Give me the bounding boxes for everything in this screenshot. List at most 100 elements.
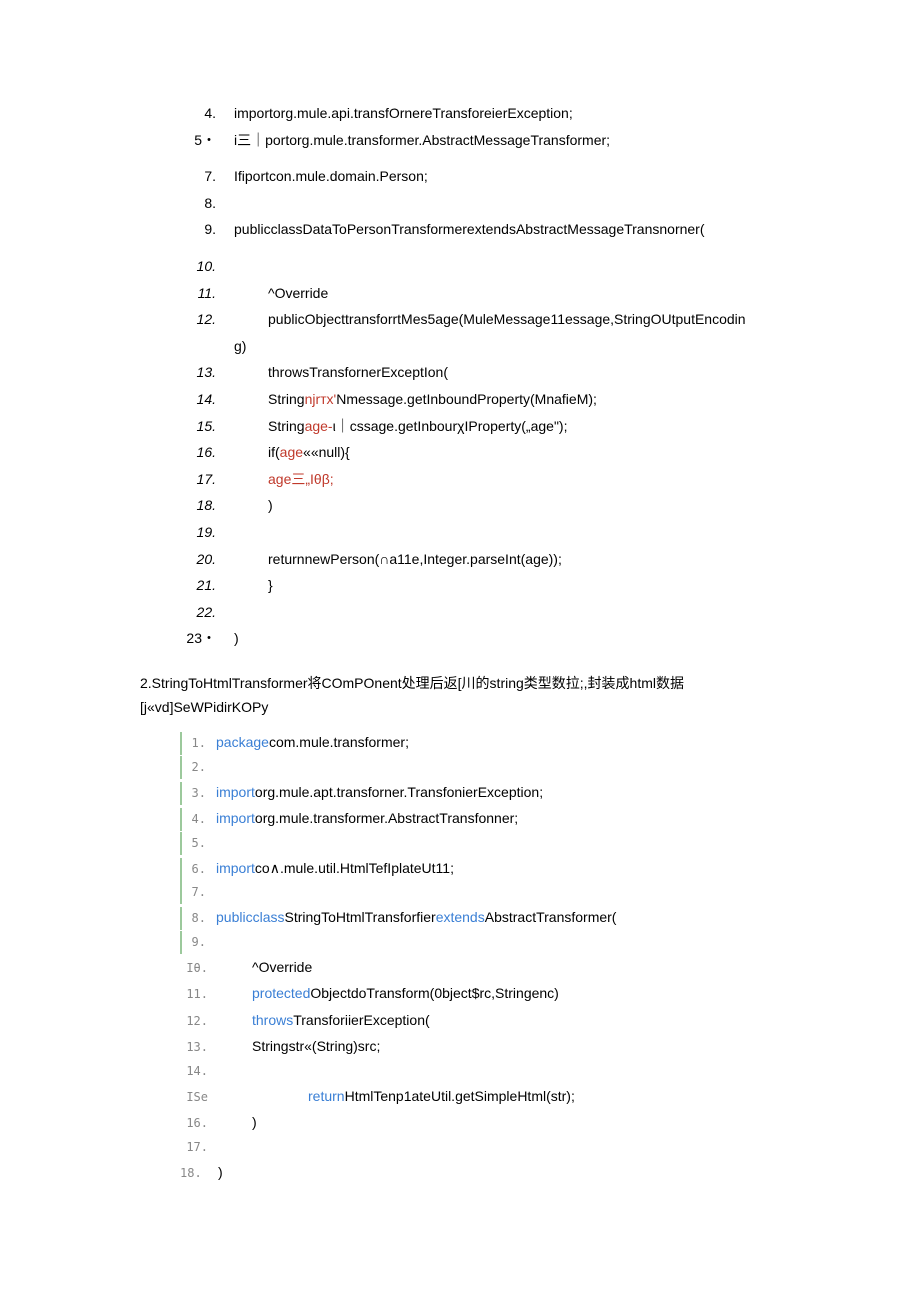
code-line: 12. publicObjecttransforrtMes5age(MuleMe… bbox=[180, 306, 780, 333]
line-number: 14. bbox=[180, 386, 234, 413]
line-number: 11. bbox=[180, 280, 234, 307]
code-line: 16. if(age««null){ bbox=[180, 439, 780, 466]
line-number: 12. bbox=[180, 1010, 218, 1033]
code-text: ) bbox=[218, 1109, 257, 1136]
code-token: org.mule.apt.transforner.TransfonierExce… bbox=[255, 784, 543, 800]
keyword: import bbox=[216, 860, 255, 876]
line-number: 7. bbox=[180, 881, 216, 904]
spacer bbox=[180, 243, 780, 253]
code-line: 4. importorg.mule.api.transfOrnereTransf… bbox=[180, 100, 780, 127]
keyword: package bbox=[216, 734, 269, 750]
line-number: 14. bbox=[180, 1060, 218, 1083]
keyword: public bbox=[216, 909, 253, 925]
code-text: Stringnjrтx'Nmessage.getInboundProperty(… bbox=[234, 386, 597, 413]
line-number: 20. bbox=[180, 546, 234, 573]
code-text: if(age««null){ bbox=[234, 439, 350, 466]
code-line: 11. protectedObjectdoTransform(0bject$rc… bbox=[180, 980, 780, 1007]
code-line: 3. importorg.mule.apt.transforner.Transf… bbox=[180, 779, 780, 806]
code-text: ) bbox=[234, 625, 239, 652]
line-number: 4. bbox=[180, 808, 216, 831]
code-line: ISe returnHtmlTenp1ateUtil.getSimpleHtml… bbox=[180, 1083, 780, 1110]
keyword: class bbox=[253, 909, 285, 925]
code-token: Nmessage.getInboundProperty(MnafieM); bbox=[336, 391, 597, 407]
code-line: 18. ) bbox=[180, 1159, 780, 1186]
code-token: HtmlTenp1ateUtil.getSimpleHtml(str); bbox=[345, 1088, 575, 1104]
keyword: import bbox=[216, 784, 255, 800]
line-number: 1. bbox=[180, 732, 216, 755]
line-number: 9. bbox=[180, 216, 234, 243]
code-text: throwsTransforiierException( bbox=[218, 1007, 430, 1034]
keyword: protected bbox=[252, 985, 310, 1001]
code-line: 9. publicclassDataToPersonTransformerext… bbox=[180, 216, 780, 243]
code-line: g) bbox=[180, 333, 780, 360]
code-text: throwsTransfornerExceptIon( bbox=[234, 359, 448, 386]
code-text: protectedObjectdoTransform(0bject$rc,Str… bbox=[218, 980, 559, 1007]
code-line: 13. Stringstr«(String)src; bbox=[180, 1033, 780, 1060]
section-description: 2.StringToHtmlTransformer将COmPOnent处理后返[… bbox=[140, 672, 780, 720]
code-token: com.mule.transformer; bbox=[269, 734, 409, 750]
line-number: 13. bbox=[180, 359, 234, 386]
code-token: if( bbox=[268, 444, 280, 460]
line-number: 21. bbox=[180, 572, 234, 599]
code-text: importorg.mule.api.transfOrnereTransfore… bbox=[234, 100, 573, 127]
keyword: throws bbox=[252, 1012, 293, 1028]
code-token: String bbox=[268, 418, 305, 434]
code-token: TransforiierException( bbox=[293, 1012, 429, 1028]
keyword: return bbox=[308, 1088, 345, 1104]
line-number: 4. bbox=[180, 100, 234, 127]
code-line: Iθ. ^Override bbox=[180, 954, 780, 981]
code-text: importorg.mule.apt.transforner.Transfoni… bbox=[216, 779, 543, 806]
code-line: 19. bbox=[180, 519, 780, 546]
code-text: i三｜portorg.mule.transformer.AbstractMess… bbox=[234, 127, 610, 154]
line-number: 23・ bbox=[180, 625, 234, 652]
line-number: 17. bbox=[180, 1136, 218, 1159]
keyword: extends bbox=[436, 909, 485, 925]
code-line: 8. publicclassStringToHtmlTransforfierex… bbox=[180, 904, 780, 931]
code-line: 12. throwsTransforiierException( bbox=[180, 1007, 780, 1034]
line-number: 8. bbox=[180, 190, 234, 217]
line-number: 3. bbox=[180, 782, 216, 805]
keyword: import bbox=[216, 810, 255, 826]
code-token: co∧.mule.util.HtmlTefIplateUt11; bbox=[255, 860, 454, 876]
document-page: 4. importorg.mule.api.transfOrnereTransf… bbox=[0, 0, 920, 1285]
line-number: 17. bbox=[180, 466, 234, 493]
code-text: importco∧.mule.util.HtmlTefIplateUt11; bbox=[216, 855, 454, 882]
line-number: 13. bbox=[180, 1036, 218, 1059]
code-text: packagecom.mule.transformer; bbox=[216, 729, 409, 756]
code-token: ι｜cssage bbox=[333, 418, 394, 434]
code-block-2: 1. packagecom.mule.transformer; 2. 3. im… bbox=[180, 729, 780, 1185]
code-text: g) bbox=[234, 333, 246, 360]
code-text: Stringage-ι｜cssage.getInbourχIProperty(„… bbox=[234, 413, 567, 440]
code-line: 14. Stringnjrтx'Nmessage.getInboundPrope… bbox=[180, 386, 780, 413]
code-block-1: 4. importorg.mule.api.transfOrnereTransf… bbox=[180, 100, 780, 652]
code-line: 11. ^Override bbox=[180, 280, 780, 307]
code-text: returnHtmlTenp1ateUtil.getSimpleHtml(str… bbox=[218, 1083, 575, 1110]
code-line: 6. importco∧.mule.util.HtmlTefIplateUt11… bbox=[180, 855, 780, 882]
code-token: ««null){ bbox=[303, 444, 350, 460]
code-line: 21. } bbox=[180, 572, 780, 599]
code-line: 14. bbox=[180, 1060, 780, 1083]
line-number: 12. bbox=[180, 306, 234, 333]
code-token: ObjectdoTransform(0bject$rc,Stringenc) bbox=[310, 985, 558, 1001]
code-line: 4. importorg.mule.transformer.AbstractTr… bbox=[180, 805, 780, 832]
line-number: 6. bbox=[180, 858, 216, 881]
code-token: StringToHtmlTransforfier bbox=[285, 909, 436, 925]
code-token: age bbox=[280, 444, 303, 460]
code-token: org.mule.transformer.AbstractTransfonner… bbox=[255, 810, 518, 826]
code-text: ) bbox=[218, 1159, 223, 1186]
line-number: 5. bbox=[180, 832, 216, 855]
line-number: 18. bbox=[180, 492, 234, 519]
section-line: 2.StringToHtmlTransformer将COmPOnent处理后返[… bbox=[140, 672, 780, 696]
line-number: 7. bbox=[180, 163, 234, 190]
code-line: 17. age三„Iθβ; bbox=[180, 466, 780, 493]
line-number: 19. bbox=[180, 519, 234, 546]
code-line: 10. bbox=[180, 253, 780, 280]
line-number: 18. bbox=[180, 1162, 218, 1185]
code-text: ^Override bbox=[218, 954, 312, 981]
code-line: 17. bbox=[180, 1136, 780, 1159]
line-number: 8. bbox=[180, 907, 216, 930]
code-token: age- bbox=[305, 418, 333, 434]
code-line: 8. bbox=[180, 190, 780, 217]
code-line: 22. bbox=[180, 599, 780, 626]
code-text: publicObjecttransforrtMes5age(MuleMessag… bbox=[234, 306, 746, 333]
